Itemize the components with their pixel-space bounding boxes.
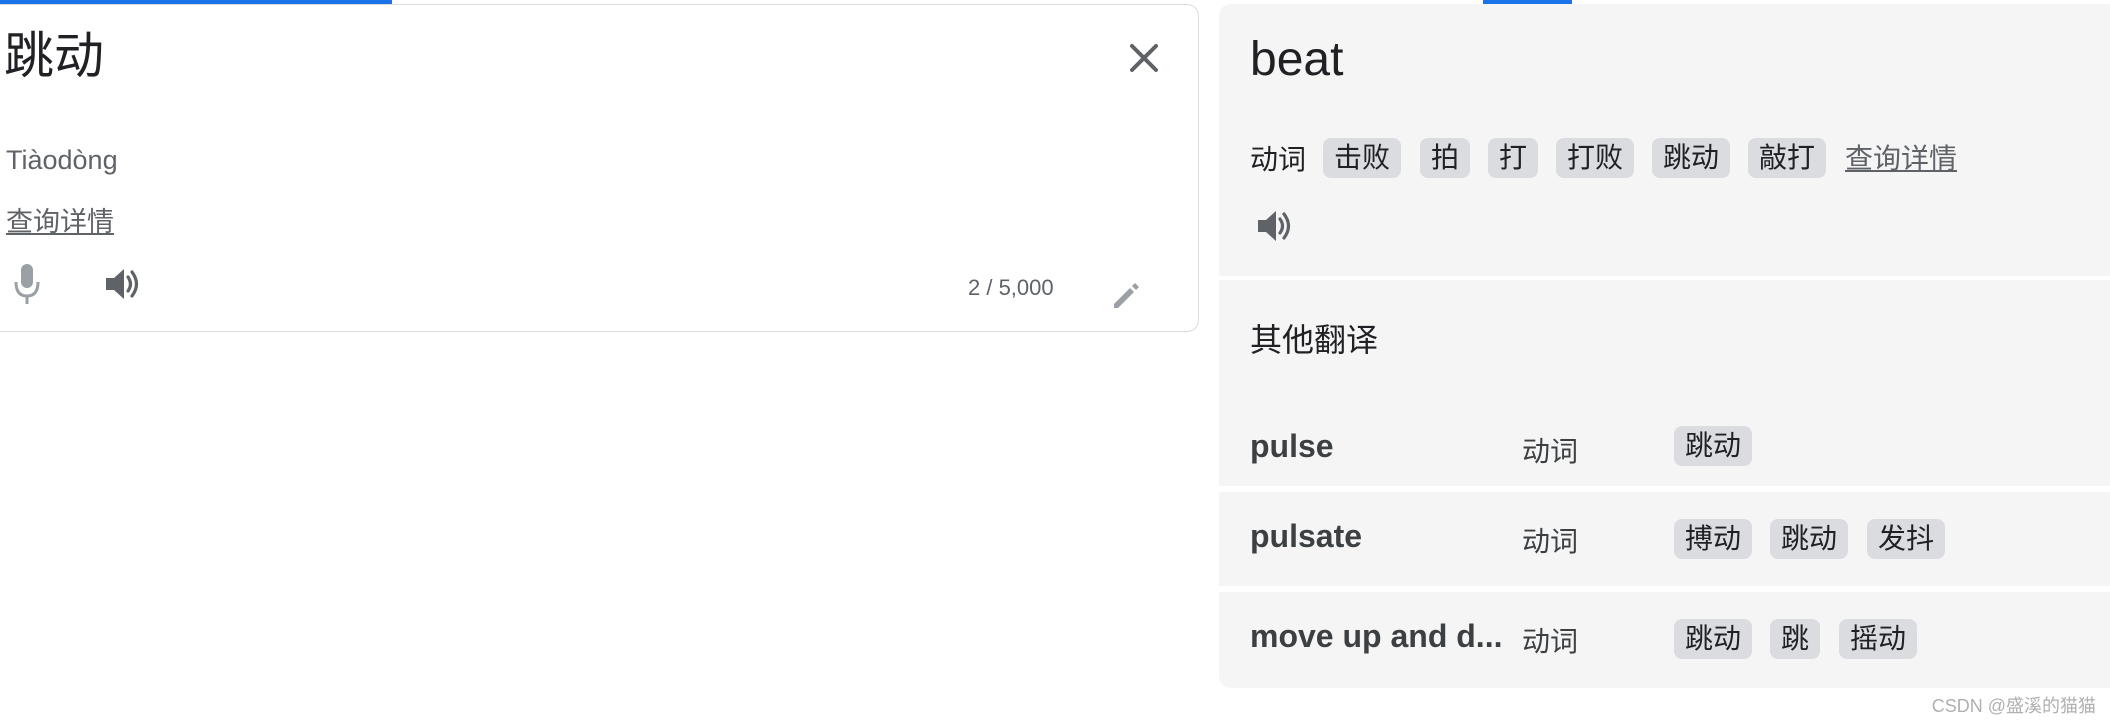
translation-pos: 动词 (1522, 436, 1579, 467)
result-details-link[interactable]: 查询详情 (1845, 137, 1957, 177)
synonym-chip[interactable]: 拍 (1420, 138, 1471, 178)
result-pos: 动词 (1250, 144, 1307, 175)
result-word: beat (1250, 33, 1344, 86)
translation-pos: 动词 (1522, 626, 1579, 657)
translation-row: move up and d... 动词 跳动 跳 摇动 (1219, 592, 2110, 688)
translation-row: pulse 动词 跳动 (1219, 408, 2110, 486)
source-details-link[interactable]: 查询详情 (6, 200, 114, 239)
source-text[interactable]: 跳动 (4, 26, 104, 86)
char-count: 2 / 5,000 (968, 275, 1054, 300)
translation-word: pulse (1250, 428, 1334, 464)
translation-chip[interactable]: 跳动 (1770, 519, 1849, 559)
translation-chip[interactable]: 跳动 (1674, 426, 1753, 466)
translation-word: move up and d... (1250, 618, 1503, 654)
pencil-icon[interactable] (1110, 280, 1142, 312)
speaker-icon[interactable] (1254, 206, 1294, 246)
translation-chip[interactable]: 跳动 (1674, 619, 1753, 659)
translation-word: pulsate (1250, 518, 1363, 554)
synonym-chip[interactable]: 打败 (1556, 138, 1635, 178)
watermark: CSDN @盛溪的猫猫 (1931, 696, 2096, 716)
transliteration: Tiàodòng (6, 145, 118, 175)
speaker-icon[interactable] (102, 264, 142, 304)
synonym-chip[interactable]: 打 (1488, 138, 1539, 178)
microphone-icon[interactable] (14, 262, 40, 306)
translation-pos: 动词 (1522, 526, 1579, 557)
synonym-chip[interactable]: 敲打 (1748, 138, 1827, 178)
translation-chip[interactable]: 发抖 (1867, 519, 1946, 559)
translation-chip[interactable]: 搏动 (1674, 519, 1753, 559)
synonym-chip[interactable]: 击败 (1323, 138, 1402, 178)
synonym-chip[interactable]: 跳动 (1652, 138, 1731, 178)
translation-chip[interactable]: 跳 (1770, 619, 1821, 659)
translation-chip[interactable]: 摇动 (1839, 619, 1918, 659)
translation-row: pulsate 动词 搏动 跳动 发抖 (1219, 492, 2110, 586)
other-translations-title: 其他翻译 (1250, 322, 1379, 358)
close-icon[interactable] (1122, 36, 1166, 80)
